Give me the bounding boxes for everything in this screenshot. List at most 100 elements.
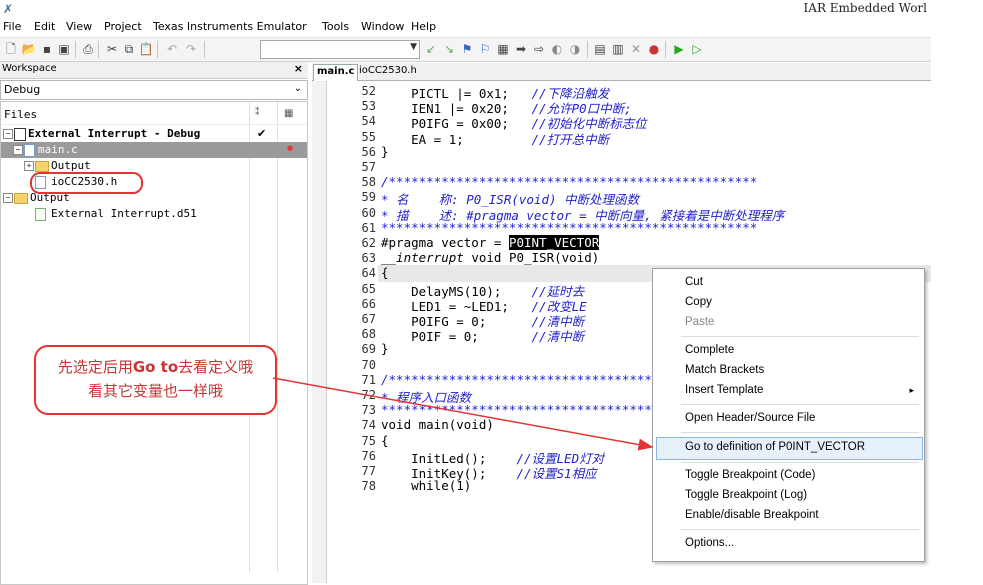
code-line[interactable]: EA = 1; //打开总中断 (381, 129, 609, 148)
find-next-icon[interactable]: ↙ (423, 41, 439, 57)
menu-item-open-header-source[interactable]: Open Header/Source File (685, 412, 815, 424)
find-prev-icon[interactable]: ↘ (441, 41, 457, 57)
line-number: 66 (361, 296, 376, 311)
tab-main-c[interactable]: main.c (313, 64, 359, 82)
code-spacing (464, 132, 532, 147)
stop-icon[interactable]: ✕ (628, 41, 644, 57)
code-line[interactable]: /***************************************… (381, 174, 757, 189)
annotation-text: 去看定义哦 (178, 358, 254, 376)
bookmark-icon[interactable]: ⚑ (459, 41, 475, 57)
chevron-down-icon[interactable]: ▼ (410, 42, 417, 52)
redo-icon[interactable]: ↷ (183, 41, 199, 57)
editor-tabs: main.c ioCC2530.h (312, 63, 931, 82)
tree-item-project[interactable]: − External Interrupt - Debug ✔ (1, 126, 307, 142)
line-number: 64 (361, 266, 376, 281)
selected-symbol[interactable]: P0INT_VECTOR (508, 235, 600, 250)
expand-icon[interactable]: + (24, 161, 34, 171)
annotation-line-1: 先选定后用Go to去看定义哦 (36, 356, 275, 377)
line-number: 62 (361, 236, 376, 250)
line-number: 65 (361, 281, 376, 296)
new-file-icon[interactable]: 🗋 (3, 41, 19, 57)
undo-icon[interactable]: ↶ (164, 41, 180, 57)
code-line[interactable]: } (381, 341, 389, 356)
navigate-icon[interactable]: ◐ (549, 41, 565, 57)
sort-icon[interactable]: ⁑ (255, 108, 260, 118)
tree-label: External Interrupt.d51 (51, 207, 197, 220)
save-all-icon[interactable]: ▣ (56, 41, 72, 57)
line-number: 67 (361, 312, 376, 326)
code-line[interactable]: while(1) (381, 478, 471, 493)
menu-view[interactable]: View (66, 20, 92, 33)
c-file-icon (24, 144, 35, 157)
code-line[interactable]: } (381, 144, 389, 159)
copy-icon[interactable]: ⧉ (121, 41, 137, 57)
code-line[interactable]: P0IF = 0; //清中断 (381, 326, 584, 345)
make-icon[interactable]: ▥ (610, 41, 626, 57)
chevron-down-icon[interactable]: ⌄ (294, 83, 302, 94)
paste-icon[interactable]: 📋 (138, 41, 154, 57)
back-icon[interactable]: ⇨ (531, 41, 547, 57)
menu-ti-emulator[interactable]: Texas Instruments Emulator (153, 20, 307, 33)
menu-item-paste[interactable]: Paste (685, 316, 714, 328)
line-number: 73 (361, 403, 376, 418)
menu-tools[interactable]: Tools (322, 20, 349, 33)
annotation-text: 先选定后用 (57, 358, 133, 376)
menu-file[interactable]: File (3, 20, 21, 33)
code-line[interactable]: #pragma vector = P0INT_VECTOR (381, 235, 600, 250)
menu-help[interactable]: Help (411, 20, 436, 33)
debug-without-download-icon[interactable]: ▷ (689, 41, 705, 57)
line-number: 55 (361, 129, 376, 144)
menu-item-copy[interactable]: Copy (685, 296, 712, 308)
menu-item-cut[interactable]: Cut (685, 276, 703, 288)
code-line[interactable]: __interrupt void P0_ISR(void) (381, 250, 599, 265)
menu-item-options[interactable]: Options... (685, 537, 734, 549)
code-line[interactable]: void main(void) (381, 417, 494, 432)
breakpoint-margin[interactable] (312, 81, 327, 583)
code-text: void main(void) (381, 417, 494, 433)
code-line[interactable]: { (381, 265, 389, 280)
iar-icon[interactable]: ✗ (3, 2, 13, 16)
options-icon[interactable]: ▦ (284, 108, 293, 119)
menu-item-enable-disable-breakpoint[interactable]: Enable/disable Breakpoint (685, 509, 819, 521)
compile-icon[interactable]: ▤ (592, 41, 608, 57)
annotation-line-2: 看其它变量也一样哦 (87, 382, 223, 400)
files-header: Files (4, 108, 38, 121)
find-combo[interactable]: ▼ (260, 40, 420, 59)
code-text: } (381, 341, 389, 357)
debug-icon[interactable]: ▶ (671, 41, 687, 57)
next-icon[interactable]: ➡ (513, 41, 529, 57)
menu-item-match-brackets[interactable]: Match Brackets (685, 364, 764, 376)
close-icon[interactable]: × (294, 62, 303, 75)
toggle-bookmark-icon[interactable]: ⚐ (477, 41, 493, 57)
collapse-icon[interactable]: − (13, 145, 23, 155)
menu-item-complete[interactable]: Complete (685, 344, 734, 356)
code-spacing (486, 466, 516, 481)
tree-item-main-c[interactable]: − main.c ● (1, 142, 307, 158)
menu-item-go-to-definition[interactable]: Go to definition of P0INT_VECTOR (685, 441, 865, 453)
code-line[interactable]: ****************************************… (381, 220, 757, 235)
cut-icon[interactable]: ✂ (104, 41, 120, 57)
collapse-icon[interactable]: − (3, 193, 13, 203)
print-icon[interactable]: ⎙ (80, 41, 96, 57)
menu-project[interactable]: Project (104, 20, 142, 33)
menu-separator (681, 462, 919, 463)
menu-edit[interactable]: Edit (34, 20, 55, 33)
menu-item-toggle-breakpoint-log[interactable]: Toggle Breakpoint (Log) (685, 489, 807, 501)
tab-iocc2530-h[interactable]: ioCC2530.h (356, 64, 420, 81)
menu-item-toggle-breakpoint-code[interactable]: Toggle Breakpoint (Code) (685, 469, 815, 481)
line-number: 72 (361, 388, 376, 402)
collapse-icon[interactable]: − (3, 129, 13, 139)
save-icon[interactable]: ▪ (39, 41, 55, 57)
tree-label: External Interrupt - Debug (28, 127, 201, 140)
open-icon[interactable]: 📂 (21, 41, 37, 57)
navigate2-icon[interactable]: ◑ (567, 41, 583, 57)
tree-item-d51[interactable]: External Interrupt.d51 (1, 206, 307, 222)
menu-separator (681, 336, 919, 337)
configuration-select[interactable]: Debug ⌄ (0, 80, 308, 100)
menu-item-insert-template[interactable]: Insert Template (685, 384, 763, 396)
goto-icon[interactable]: ▦ (495, 41, 511, 57)
menu-window[interactable]: Window (361, 20, 404, 33)
code-line[interactable]: { (381, 433, 389, 448)
toolbar-separator (157, 41, 158, 58)
breakpoint-icon[interactable]: ● (646, 41, 662, 57)
